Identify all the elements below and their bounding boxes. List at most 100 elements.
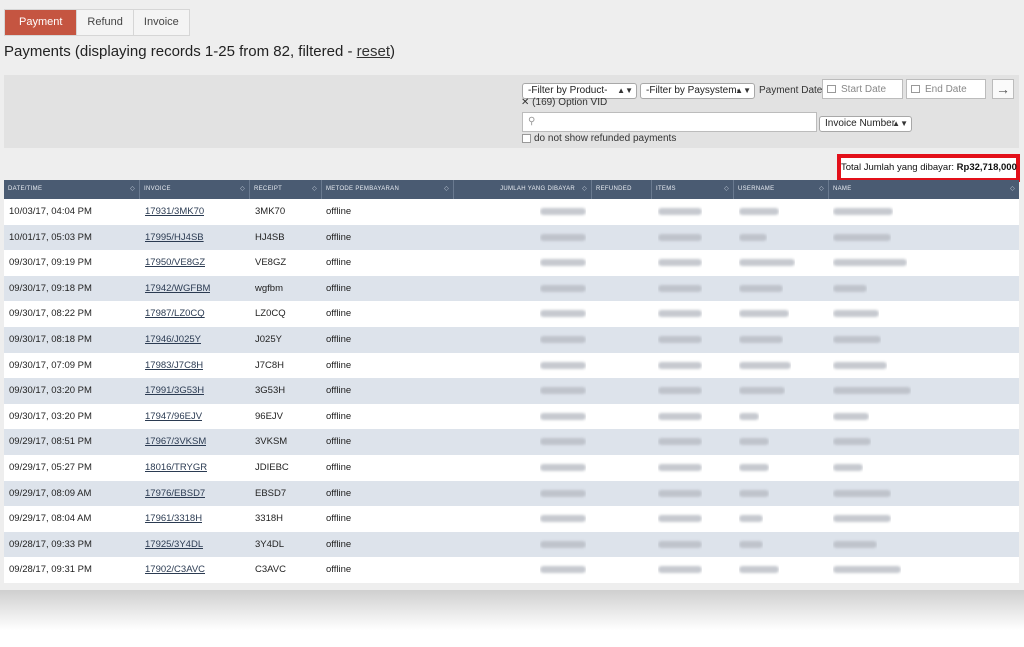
col-items-label: ITEMS	[656, 186, 676, 192]
sort-icon: ◇	[444, 186, 449, 192]
cell-method: offline	[326, 436, 352, 448]
cell-receipt: 3VKSM	[255, 436, 288, 448]
total-paid-summary: Total Jumlah yang dibayar: Rp32,718,000	[837, 154, 1020, 182]
invoice-link[interactable]: 17987/LZ0CQ	[145, 308, 205, 319]
col-amount-paid[interactable]: JUMLAH YANG DIBAYAR ◇	[454, 180, 592, 199]
paysystem-filter-select[interactable]: -Filter by Paysystem- ▲▼	[640, 83, 755, 99]
tab-payment[interactable]: Payment	[5, 10, 78, 35]
search-field-select[interactable]: Invoice Number ▲▼	[819, 116, 912, 132]
cell-name-redacted	[833, 404, 869, 430]
cell-name-redacted	[833, 506, 891, 532]
invoice-link[interactable]: 17950/VE8GZ	[145, 257, 205, 268]
cell-name-redacted	[833, 557, 901, 583]
invoice-link[interactable]: 17961/3318H	[145, 513, 202, 524]
cell-method: offline	[326, 308, 352, 320]
table-row[interactable]: 09/29/17, 08:09 AM 17976/EBSD7 EBSD7 offlin…	[4, 480, 1019, 507]
invoice-link[interactable]: 17902/C3AVC	[145, 564, 205, 575]
cell-method: offline	[326, 461, 352, 473]
search-input[interactable]: ⚲	[522, 112, 817, 132]
selected-product-tag: ✕ (169) Option VID	[521, 97, 607, 108]
cell-amount-redacted	[540, 225, 586, 251]
cell-name-redacted	[833, 429, 871, 455]
col-payment-method[interactable]: METODE PEMBAYARAN ◇	[322, 180, 454, 199]
refund-checkbox[interactable]	[522, 134, 531, 143]
table-row[interactable]: 09/29/17, 08:51 PM 17967/3VKSM 3VKSM offlin…	[4, 429, 1019, 455]
table-row[interactable]: 09/30/17, 07:09 PM 17983/J7C8H J7C8H offlin…	[4, 352, 1019, 379]
invoice-link[interactable]: 17925/3Y4DL	[145, 539, 203, 550]
cell-receipt: LZ0CQ	[255, 308, 286, 320]
table-row[interactable]: 10/03/17, 04:04 PM 17931/3MK70 3MK70 offlin…	[4, 199, 1019, 225]
table-row[interactable]: 09/30/17, 08:22 PM 17987/LZ0CQ LZ0CQ offlin…	[4, 301, 1019, 327]
invoice-link[interactable]: 18016/TRYGR	[145, 462, 207, 473]
col-date-time-label: DATE/TIME	[8, 186, 43, 192]
table-row[interactable]: 09/29/17, 05:27 PM 18016/TRYGR JDIEBC offli…	[4, 454, 1019, 481]
start-date-input[interactable]: Start Date	[822, 79, 903, 99]
page-title: Payments (displaying records 1-25 from 8…	[4, 43, 395, 60]
cell-date: 09/28/17, 09:31 PM	[9, 564, 92, 576]
invoice-link[interactable]: 17946/J025Y	[145, 334, 201, 345]
cell-date: 09/29/17, 05:27 PM	[9, 461, 92, 473]
table-row[interactable]: 09/30/17, 08:18 PM 17946/J025Y J025Y offlin…	[4, 326, 1019, 353]
refund-checkbox-label: do not show refunded payments	[534, 133, 677, 144]
col-amount-paid-label: JUMLAH YANG DIBAYAR	[500, 186, 575, 192]
table-header: DATE/TIME ◇ INVOICE ◇ RECEIPT ◇ METODE PEMB…	[4, 180, 1019, 199]
cell-invoice: 18016/TRYGR	[145, 455, 207, 481]
cell-items-redacted	[658, 506, 702, 532]
col-date-time[interactable]: DATE/TIME ◇	[4, 180, 140, 199]
invoice-link[interactable]: 17947/96EJV	[145, 411, 202, 422]
table-row[interactable]: 09/30/17, 03:20 PM 17991/3G53H 3G53H offlin…	[4, 378, 1019, 404]
col-receipt[interactable]: RECEIPT ◇	[250, 180, 322, 199]
invoice-link[interactable]: 17983/J7C8H	[145, 360, 203, 371]
cell-name-redacted	[833, 455, 863, 481]
cell-method: offline	[326, 487, 352, 499]
cell-amount-redacted	[540, 199, 586, 225]
table-row[interactable]: 10/01/17, 05:03 PM 17995/HJ4SB HJ4SB offlin…	[4, 224, 1019, 251]
tab-refund[interactable]: Refund	[77, 10, 134, 35]
payments-table: DATE/TIME ◇ INVOICE ◇ RECEIPT ◇ METODE PEMB…	[4, 180, 1019, 583]
invoice-link[interactable]: 17995/HJ4SB	[145, 232, 204, 243]
invoice-link[interactable]: 17967/3VKSM	[145, 436, 206, 447]
table-row[interactable]: 09/28/17, 09:33 PM 17925/3Y4DL 3Y4DL offlin…	[4, 531, 1019, 558]
end-date-input[interactable]: End Date	[906, 79, 986, 99]
cell-receipt: HJ4SB	[255, 231, 285, 243]
tab-invoice[interactable]: Invoice	[134, 10, 189, 35]
table-row[interactable]: 09/30/17, 09:19 PM 17950/VE8GZ VE8GZ offlin…	[4, 250, 1019, 276]
cell-method: offline	[326, 333, 352, 345]
cell-receipt: 3318H	[255, 513, 283, 525]
page-title-suffix: )	[390, 43, 396, 60]
cell-date: 09/28/17, 09:33 PM	[9, 538, 92, 550]
cell-date: 09/30/17, 08:22 PM	[9, 308, 92, 320]
col-invoice[interactable]: INVOICE ◇	[140, 180, 250, 199]
col-username[interactable]: USERNAME ◇	[734, 180, 829, 199]
sort-icon: ◇	[724, 186, 729, 192]
col-items[interactable]: ITEMS ◇	[652, 180, 734, 199]
cell-date: 10/03/17, 04:04 PM	[9, 206, 92, 217]
col-name[interactable]: NAME ◇	[829, 180, 1019, 199]
col-name-label: NAME	[833, 186, 852, 192]
table-row[interactable]: 09/28/17, 09:31 PM 17902/C3AVC C3AVC offlin…	[4, 557, 1019, 583]
invoice-link[interactable]: 17976/EBSD7	[145, 488, 205, 499]
cell-name-redacted	[833, 378, 911, 404]
cell-receipt: C3AVC	[255, 564, 286, 576]
invoice-link[interactable]: 17931/3MK70	[145, 206, 204, 217]
cell-receipt: J025Y	[255, 333, 282, 345]
calendar-icon	[911, 85, 920, 93]
sort-icon: ◇	[240, 186, 245, 192]
reset-link[interactable]: reset	[357, 43, 390, 60]
invoice-link[interactable]: 17942/WGFBM	[145, 283, 210, 294]
table-row[interactable]: 09/30/17, 09:18 PM 17942/WGFBM wgfbm offlin…	[4, 275, 1019, 302]
payment-date-label: Payment Date:	[759, 85, 826, 96]
cell-username-redacted	[739, 199, 779, 225]
table-row[interactable]: 09/29/17, 08:04 AM 17961/3318H 3318H offlin…	[4, 506, 1019, 532]
col-refunded[interactable]: REFUNDED	[592, 180, 652, 199]
selected-product-label: (169) Option VID	[532, 97, 608, 108]
apply-filter-button[interactable]: →	[992, 79, 1014, 99]
invoice-link[interactable]: 17991/3G53H	[145, 385, 204, 396]
cell-items-redacted	[658, 353, 702, 379]
cell-username-redacted	[739, 506, 763, 532]
close-icon[interactable]: ✕	[521, 97, 529, 108]
col-username-label: USERNAME	[738, 186, 775, 192]
table-row[interactable]: 09/30/17, 03:20 PM 17947/96EJV 96EJV offlin…	[4, 403, 1019, 430]
cell-username-redacted	[739, 276, 783, 302]
cell-amount-redacted	[540, 276, 586, 302]
